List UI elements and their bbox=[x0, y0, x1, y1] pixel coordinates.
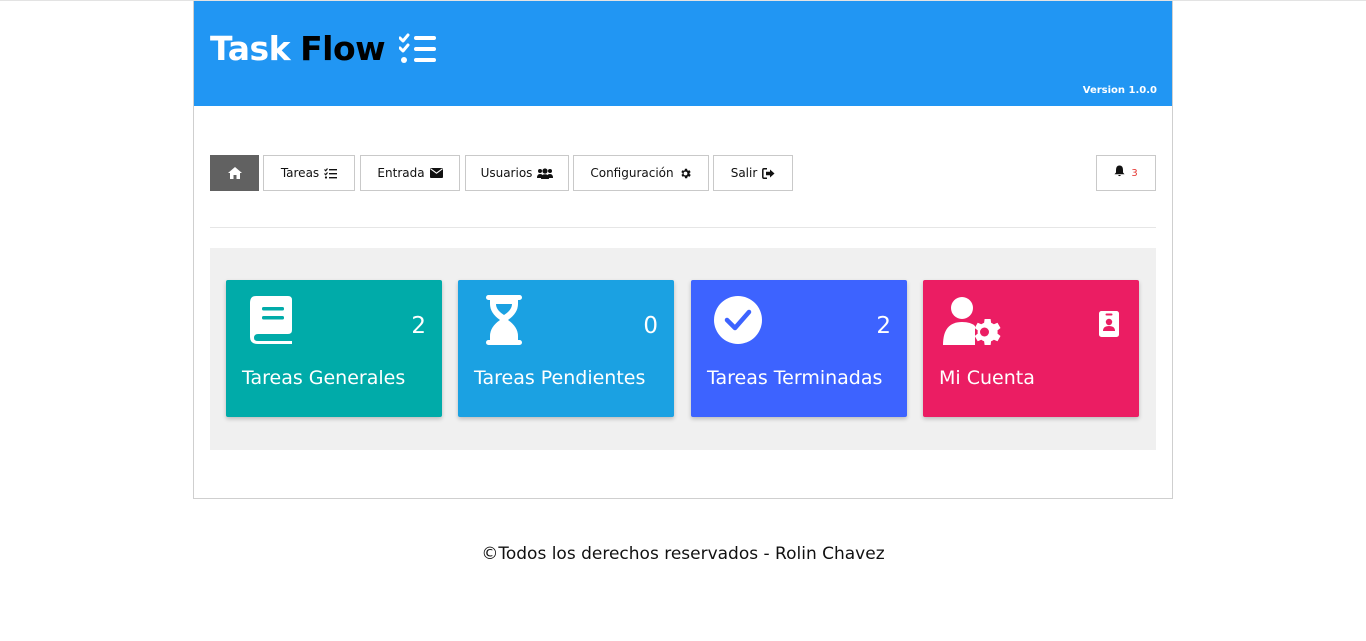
nav-salir-button[interactable]: Salir bbox=[713, 155, 793, 191]
nav-configuracion-button[interactable]: Configuración bbox=[573, 155, 709, 191]
envelope-icon bbox=[429, 168, 443, 178]
sign-out-icon bbox=[762, 167, 775, 179]
home-button[interactable] bbox=[210, 155, 259, 191]
hourglass-icon bbox=[484, 295, 524, 350]
card-tareas-pendientes[interactable]: 0 Tareas Pendientes bbox=[458, 280, 674, 417]
nav-entrada-button[interactable]: Entrada bbox=[360, 155, 460, 191]
divider bbox=[210, 227, 1156, 228]
nav-entrada-label: Entrada bbox=[377, 166, 425, 180]
nav-configuracion-label: Configuración bbox=[590, 166, 674, 180]
nav-tareas-button[interactable]: Tareas bbox=[263, 155, 355, 191]
notifications-button[interactable]: 3 bbox=[1096, 155, 1156, 191]
brand: Task Flow bbox=[210, 29, 437, 68]
book-icon bbox=[248, 295, 294, 350]
user-gear-icon bbox=[943, 297, 1001, 352]
bell-icon bbox=[1114, 164, 1125, 182]
check-circle-icon bbox=[713, 295, 763, 350]
brand-title-part1: Task bbox=[210, 29, 291, 68]
app-container: Task Flow Version 1.0.0 Tareas Entrada U… bbox=[193, 1, 1173, 499]
dashboard-panel: 2 Tareas Generales 0 Tareas Pendientes 2… bbox=[210, 248, 1156, 450]
card-tareas-generales[interactable]: 2 Tareas Generales bbox=[226, 280, 442, 417]
app-header: Task Flow Version 1.0.0 bbox=[194, 1, 1172, 106]
brand-title-part2: Flow bbox=[300, 29, 386, 68]
card-mi-cuenta[interactable]: Mi Cuenta bbox=[923, 280, 1139, 417]
footer-text: ©Todos los derechos reservados - Rolin C… bbox=[481, 544, 885, 564]
card-count: 0 bbox=[643, 313, 658, 339]
card-count: 2 bbox=[411, 313, 426, 339]
card-label: Tareas Terminadas bbox=[707, 367, 883, 389]
card-label: Tareas Pendientes bbox=[474, 367, 646, 389]
home-icon bbox=[227, 167, 242, 179]
nav-tareas-label: Tareas bbox=[280, 166, 320, 180]
checklist-icon bbox=[324, 167, 338, 179]
nav-usuarios-label: Usuarios bbox=[480, 166, 533, 180]
card-tareas-terminadas[interactable]: 2 Tareas Terminadas bbox=[691, 280, 907, 417]
card-count: 2 bbox=[876, 313, 891, 339]
users-icon bbox=[537, 167, 554, 179]
nav-usuarios-button[interactable]: Usuarios bbox=[465, 155, 569, 191]
nav-salir-label: Salir bbox=[730, 166, 758, 180]
card-label: Mi Cuenta bbox=[939, 367, 1035, 389]
id-badge-icon bbox=[1099, 311, 1119, 342]
card-label: Tareas Generales bbox=[242, 367, 406, 389]
notifications-count: 3 bbox=[1131, 167, 1138, 179]
version-label: Version 1.0.0 bbox=[1082, 85, 1157, 96]
checklist-icon bbox=[398, 33, 437, 65]
gear-icon bbox=[679, 167, 692, 180]
